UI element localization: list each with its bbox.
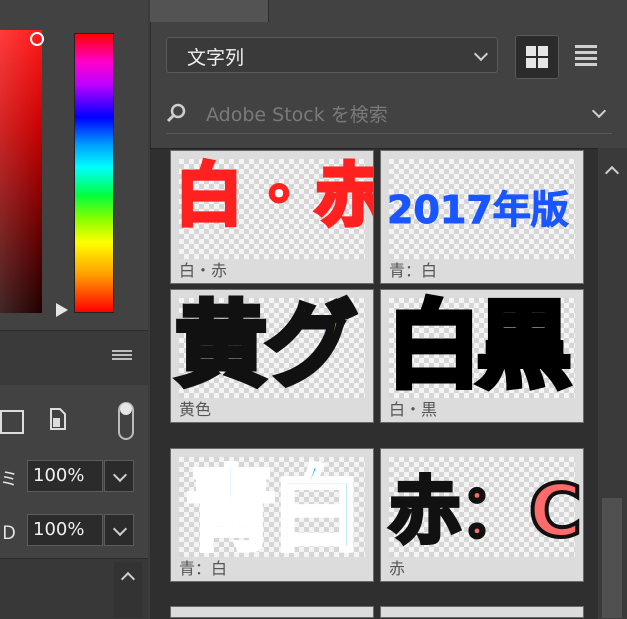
style-thumb-partial[interactable] — [380, 606, 584, 618]
style-thumb-white-red[interactable]: 白・赤 白・赤 — [170, 150, 374, 284]
hue-slider[interactable] — [74, 33, 114, 313]
transform-select-icon[interactable] — [0, 410, 24, 434]
color-field[interactable] — [0, 30, 42, 313]
toggle-knob[interactable] — [120, 403, 132, 415]
grid-view-button[interactable] — [515, 35, 559, 79]
style-caption: 赤 — [389, 559, 406, 578]
style-preview-text: 青白 — [183, 457, 365, 564]
list-view-button[interactable] — [575, 45, 597, 67]
opacity-input[interactable]: 100% — [27, 460, 103, 492]
style-preview-text: 2017年版 — [387, 188, 570, 232]
style-preview-text: 赤：C — [387, 469, 583, 553]
style-thumb-red[interactable]: 赤：C 赤 — [380, 448, 584, 582]
style-caption: 青：白 — [389, 261, 438, 280]
file-icon[interactable] — [50, 408, 66, 430]
style-thumb-partial[interactable] — [170, 606, 374, 618]
style-preview-text: 白・赤 — [173, 157, 374, 236]
style-caption: 青：白 — [179, 559, 228, 578]
hue-slider-handle[interactable] — [56, 303, 68, 317]
search-icon — [166, 103, 186, 123]
style-caption: 黄色 — [179, 400, 212, 419]
style-caption: 白・黒 — [389, 400, 438, 419]
style-thumb-blue-white[interactable]: 青白 青：白 — [170, 448, 374, 582]
panel-menu-icon[interactable] — [112, 350, 132, 362]
search-placeholder: Adobe Stock を検索 — [206, 104, 388, 126]
scroll-up-icon[interactable] — [604, 165, 620, 181]
style-preview-text: 白黒 — [384, 292, 574, 401]
style-preview-text: 黄グ — [172, 292, 359, 399]
fill-input[interactable]: 100% — [27, 514, 103, 546]
color-field-cursor[interactable] — [30, 32, 44, 46]
fill-label: Ｄ — [0, 523, 18, 544]
style-caption: 白・赤 — [179, 261, 228, 280]
style-thumb-white-black[interactable]: 白黒 白・黒 — [380, 289, 584, 423]
grid-icon — [526, 46, 548, 68]
opacity-label: ミ — [0, 469, 18, 490]
library-dropdown[interactable]: 文字列 — [166, 37, 498, 73]
grid-scroll-thumb[interactable] — [602, 498, 622, 618]
layers-scrollbar[interactable] — [114, 562, 142, 618]
style-thumb-2017[interactable]: 2017年版 青：白 — [380, 150, 584, 284]
panel-tab[interactable] — [150, 0, 269, 22]
fill-dropdown[interactable] — [104, 514, 134, 546]
style-thumb-yellow[interactable]: 黄グ 黄色 — [170, 289, 374, 423]
opacity-dropdown[interactable] — [104, 460, 134, 492]
